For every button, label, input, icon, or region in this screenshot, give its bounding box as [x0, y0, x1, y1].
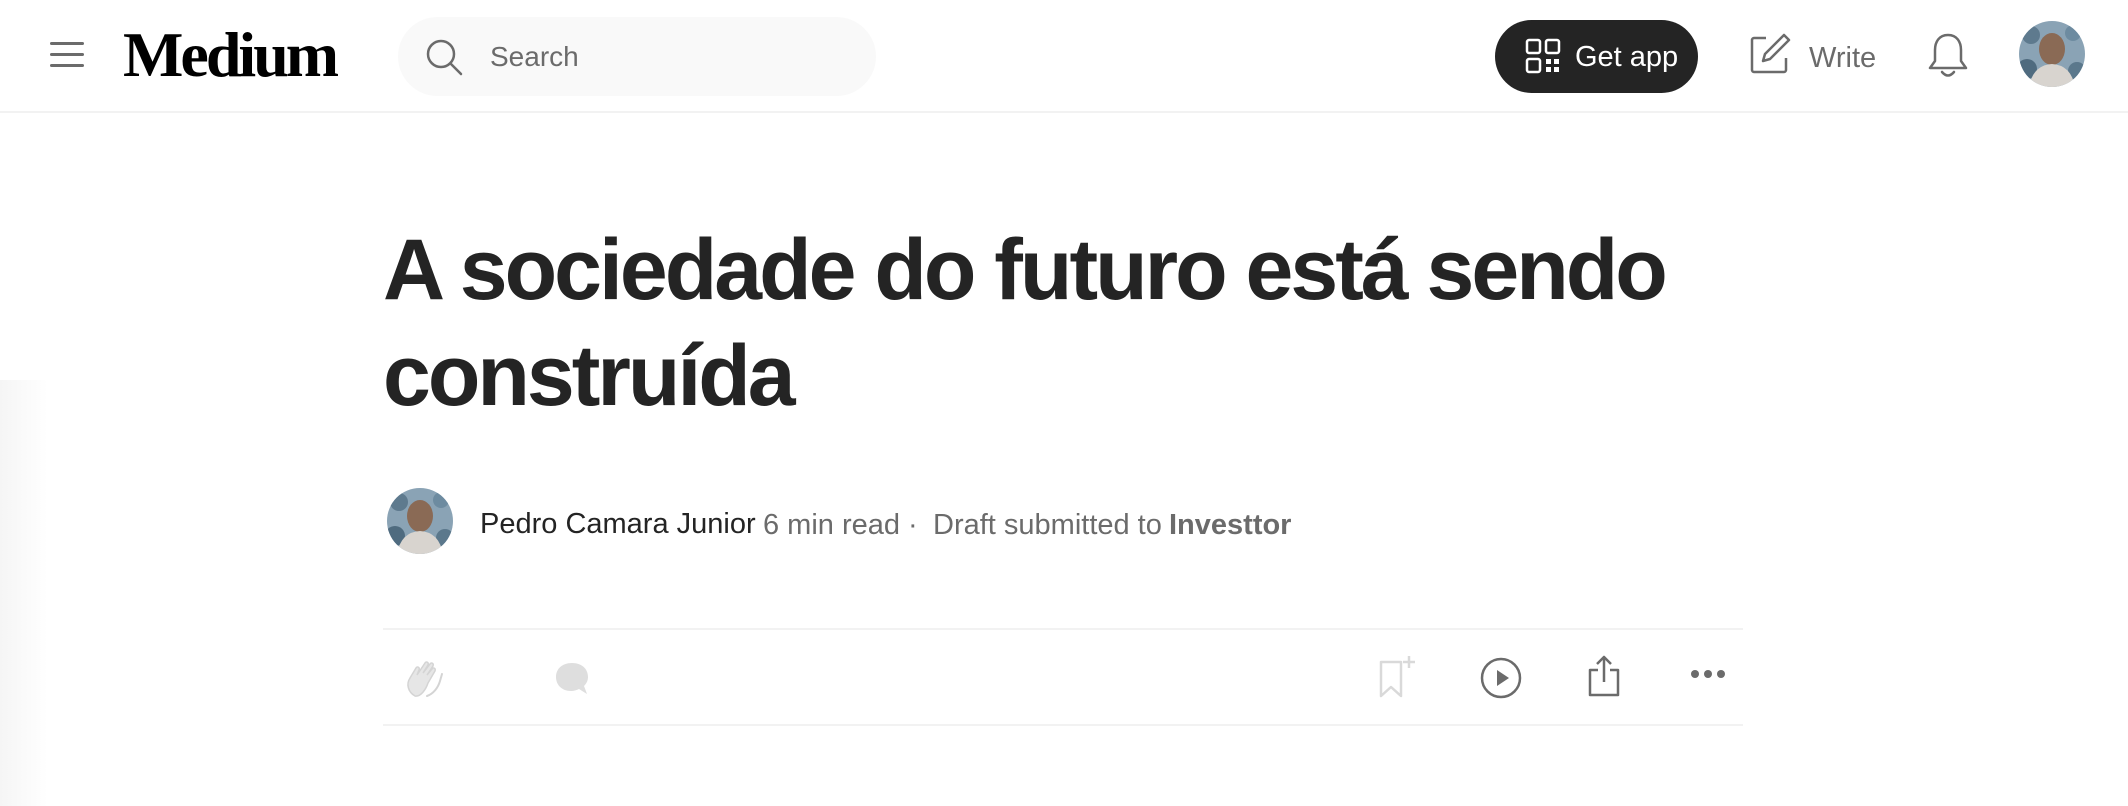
share-button[interactable]: [1586, 654, 1622, 698]
article-title: A sociedade do futuro está sendo constru…: [383, 222, 1668, 424]
publication-name[interactable]: Investtor: [1169, 507, 1291, 543]
response-button[interactable]: [553, 660, 591, 698]
get-app-button[interactable]: Get app: [1495, 20, 1698, 93]
clap-button[interactable]: [401, 656, 445, 700]
share-icon: [1588, 655, 1620, 697]
search-box[interactable]: [398, 17, 876, 96]
search-input[interactable]: [490, 35, 850, 79]
search-icon: [426, 39, 463, 76]
top-navigation: Medium Get app Write: [0, 0, 2128, 113]
listen-icon: [1480, 657, 1522, 699]
save-button[interactable]: [1377, 654, 1417, 700]
avatar-photo: [2019, 21, 2085, 87]
write-icon: [1750, 33, 1791, 74]
user-avatar[interactable]: [2019, 21, 2085, 87]
write-label: Write: [1809, 42, 1877, 74]
response-icon: [556, 663, 588, 694]
meta-separator: ·: [908, 509, 918, 541]
menu-icon[interactable]: [46, 38, 86, 72]
clap-icon: [407, 661, 443, 697]
more-button[interactable]: [1689, 664, 1727, 684]
author-avatar[interactable]: [387, 488, 453, 554]
more-icon: [1691, 670, 1725, 678]
medium-logo[interactable]: Medium: [123, 20, 339, 90]
side-fade: [0, 380, 48, 806]
draft-status: Draft submitted to: [933, 509, 1162, 541]
bell-icon[interactable]: [1924, 30, 1972, 80]
qr-code-icon: [1525, 38, 1561, 74]
get-app-label: Get app: [1575, 41, 1679, 73]
author-photo: [387, 488, 453, 554]
article-action-bar: [383, 628, 1743, 726]
bookmark-icon: [1379, 656, 1415, 698]
listen-button[interactable]: [1479, 656, 1523, 700]
read-time: 6 min read: [763, 509, 901, 541]
write-button[interactable]: Write: [1748, 30, 1880, 84]
author-name[interactable]: Pedro Camara Junior: [480, 506, 756, 542]
